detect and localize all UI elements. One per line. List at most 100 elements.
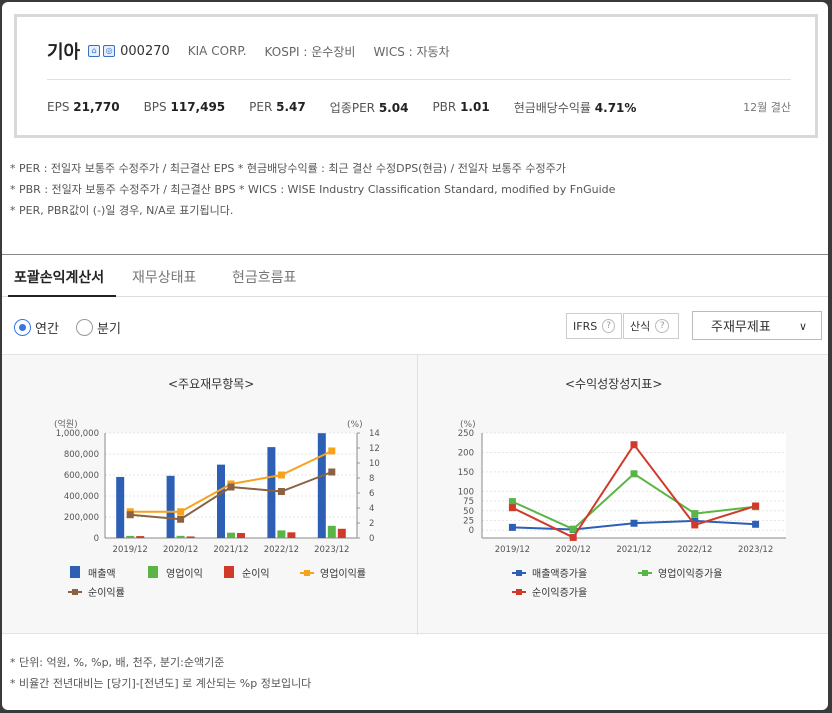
- tab-cash-flow[interactable]: 현금흐름표: [232, 267, 296, 287]
- line-point: [630, 470, 638, 478]
- legend-marker: [72, 589, 78, 595]
- metric-per: PER 5.47: [249, 100, 306, 114]
- metric-bps: BPS 117,495: [143, 100, 226, 114]
- ifrs-label: IFRS: [573, 319, 598, 333]
- line-point: [630, 519, 638, 527]
- x-tick-label: 2022/12: [677, 545, 712, 555]
- company-eng-name: KIA CORP.: [187, 44, 247, 58]
- bar-2: [337, 528, 346, 538]
- tab-balance-sheet[interactable]: 재무상태표: [132, 267, 196, 287]
- metrics-row: EPS 21,770 BPS 117,495 PER 5.47 업종PER 5.…: [47, 97, 660, 117]
- chart-panels: <주요재무항목> <수익성장성지표> 0 200,000 400,000 600,00…: [2, 354, 828, 635]
- note-per: * PER : 전일자 보통주 수정주가 / 최근결산 EPS * 현금배당수익…: [10, 162, 566, 175]
- line-point: [691, 510, 699, 518]
- line-point: [328, 468, 336, 476]
- bar-2: [186, 536, 195, 538]
- statement-type-select[interactable]: 주재무제표 ∨: [692, 311, 822, 340]
- y-axis-label: (억원): [54, 418, 78, 430]
- company-title-row: 기아 ⌂ ◎ 000270 KIA CORP. KOSPI : 운수장비 WIC…: [47, 39, 468, 63]
- x-tick-label: 2019/12: [495, 545, 530, 555]
- chevron-down-icon: ∨: [798, 320, 807, 333]
- metric-industry-per: 업종PER 5.04: [329, 100, 409, 115]
- line-point: [177, 508, 185, 516]
- ir-icon[interactable]: ◎: [103, 45, 116, 57]
- footnote-ratio: * 비율간 전년대비는 [당기]-[전년도] 로 계산되는 %p 정보입니다: [10, 677, 312, 690]
- metric-dividend-yield: 현금배당수익률 4.71%: [513, 100, 637, 115]
- bar-2: [287, 532, 296, 538]
- y-tick-label: 100: [458, 487, 474, 497]
- line-point: [126, 511, 134, 519]
- line-point: [569, 533, 577, 541]
- bar-0: [317, 433, 326, 538]
- bar-1: [176, 535, 185, 538]
- metric-eps: EPS 21,770: [47, 100, 120, 114]
- bar-1: [277, 530, 286, 538]
- footnote-units: * 단위: 억원, %, %p, 배, 천주, 분기:순액기준: [10, 656, 225, 669]
- period-quarter-option[interactable]: 분기: [76, 318, 121, 337]
- y-axis-label: (%): [460, 420, 476, 430]
- y-tick-label: 0: [469, 526, 474, 536]
- y2-tick-label: 14: [369, 429, 380, 439]
- ifrs-help-icon[interactable]: ?: [602, 319, 615, 333]
- kospi-sector: KOSPI : 운수장비: [264, 44, 356, 59]
- y-tick-label: 600,000: [64, 471, 99, 481]
- y-tick-label: 0: [94, 534, 99, 544]
- wics-sector: WICS : 자동차: [373, 44, 450, 59]
- left-chart-title: <주요재무항목>: [168, 377, 255, 391]
- annual-label: 연간: [35, 322, 59, 337]
- y2-tick-label: 0: [369, 534, 374, 544]
- line-point: [691, 521, 699, 529]
- bar-2: [136, 536, 145, 538]
- line-point: [752, 520, 760, 528]
- y-tick-label: 150: [458, 468, 474, 478]
- line-point: [177, 515, 185, 523]
- company-name: 기아: [47, 42, 81, 63]
- y-tick-label: 400,000: [64, 492, 99, 502]
- legend-swatch: [148, 566, 158, 578]
- x-tick-label: 2021/12: [616, 545, 651, 555]
- legend-label: 매출액증가율: [532, 568, 587, 580]
- line-point: [328, 447, 336, 455]
- ifrs-button[interactable]: IFRS ?: [566, 313, 622, 339]
- legend-label: 매출액: [88, 568, 116, 580]
- company-summary: 기아 ⌂ ◎ 000270 KIA CORP. KOSPI : 운수장비 WIC…: [14, 14, 818, 138]
- legend-label: 순이익증가율: [532, 587, 587, 599]
- growth-indicators-chart: 0255075100 150 200 250(%) 2019/12 2020/12 2021…: [458, 420, 786, 599]
- legend-marker: [304, 570, 310, 576]
- formula-label: 산식: [630, 320, 651, 333]
- y-tick-label: 250: [458, 429, 474, 439]
- quarter-radio[interactable]: [76, 319, 93, 336]
- y2-tick-label: 12: [369, 444, 380, 454]
- bar-1: [327, 525, 336, 538]
- line-point: [508, 523, 516, 531]
- active-tab-underline: [8, 295, 116, 297]
- line-point: [508, 498, 516, 506]
- line-point: [227, 483, 235, 491]
- tab-income-statement[interactable]: 포괄손익계산서: [14, 267, 104, 287]
- financial-items-chart: 0 200,000 400,000 600,000 800,000 1,000,000 0 2…: [54, 418, 380, 599]
- legend-marker: [516, 570, 522, 576]
- statement-tabs: 포괄손익계산서 재무상태표 현금흐름표: [2, 255, 828, 297]
- formula-button[interactable]: 산식 ?: [623, 313, 679, 339]
- period-annual-option[interactable]: 연간: [14, 318, 59, 337]
- x-tick-label: 2019/12: [113, 545, 148, 555]
- x-tick-label: 2020/12: [556, 545, 591, 555]
- note-na: * PER, PBR값이 (-)일 경우, N/A로 표기됩니다.: [10, 204, 234, 217]
- metric-pbr: PBR 1.01: [432, 100, 490, 114]
- bar-0: [217, 464, 225, 538]
- note-pbr: * PBR : 전일자 보통주 수정주가 / 최근결산 BPS * WICS :…: [10, 183, 616, 196]
- bar-0: [166, 475, 175, 538]
- settlement-month: 12월 결산: [743, 101, 791, 114]
- statement-type-value: 주재무제표: [711, 320, 771, 335]
- line-point: [630, 441, 638, 449]
- y2-tick-label: 4: [369, 504, 374, 514]
- bar-1: [126, 535, 135, 538]
- formula-help-icon[interactable]: ?: [655, 319, 670, 333]
- annual-radio[interactable]: [14, 319, 31, 336]
- legend-label: 영업이익: [166, 567, 203, 580]
- x-tick-label: 2023/12: [314, 545, 349, 555]
- summary-divider: [47, 79, 791, 80]
- y-tick-label: 200: [458, 448, 474, 458]
- home-icon[interactable]: ⌂: [88, 45, 101, 57]
- legend-swatch: [224, 566, 234, 578]
